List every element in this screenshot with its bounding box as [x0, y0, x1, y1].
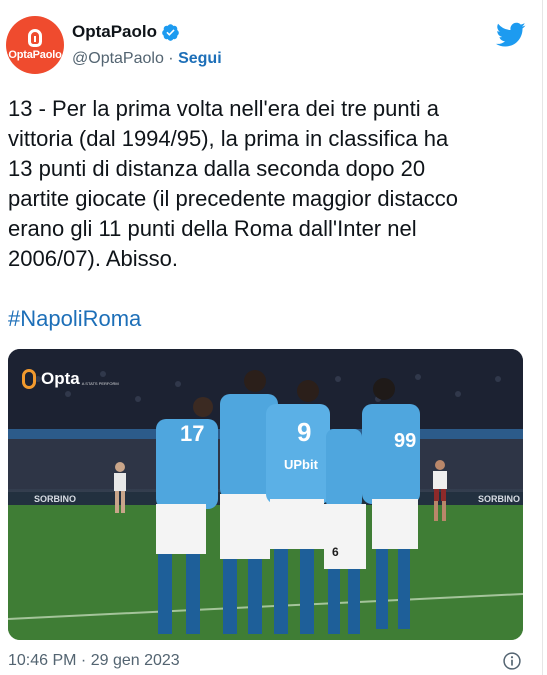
tweet-header: OptaPaolo OptaPaolo @OptaPaolo · Segui — [6, 14, 530, 74]
photo-scene: SORBINO SORBINO 17 9 UPbit 6 99 — [8, 349, 523, 640]
shirt-number-3: 99 — [394, 430, 416, 452]
tweet-card: OptaPaolo OptaPaolo @OptaPaolo · Segui 1… — [0, 0, 543, 675]
tweet-timestamp[interactable]: 10:46 PM · 29 gen 2023 — [8, 652, 180, 670]
shirt-sponsor-text: UPbit — [284, 457, 319, 472]
handle-row: @OptaPaolo · Segui — [72, 50, 222, 68]
players-group: 17 9 UPbit 6 99 — [156, 370, 420, 634]
handle[interactable]: @OptaPaolo — [72, 50, 164, 67]
handle-separator: · — [163, 50, 179, 67]
timestamp-separator: · — [76, 652, 91, 669]
shorts-number: 6 — [332, 545, 339, 559]
hashtag-link[interactable]: #NapoliRoma — [8, 306, 141, 332]
tweet-photo[interactable]: SORBINO SORBINO 17 9 UPbit 6 99 Opta A S… — [8, 349, 523, 640]
shirt-number-2: 9 — [297, 417, 311, 447]
info-icon[interactable] — [502, 651, 522, 671]
display-name[interactable]: OptaPaolo — [72, 22, 157, 42]
tweet-date: 29 gen 2023 — [90, 652, 180, 669]
tweet-text: 13 - Per la prima volta nell'era dei tre… — [8, 96, 459, 271]
opta-logo-text: Opta — [41, 369, 80, 388]
opta-logo-icon — [22, 369, 36, 389]
twitter-bird-icon[interactable] — [496, 22, 526, 48]
opta-logo-subtext: A STATS PERFORM — [81, 380, 119, 386]
name-row: OptaPaolo — [72, 22, 180, 42]
verified-badge-icon — [162, 23, 179, 41]
avatar-label: OptaPaolo — [8, 49, 62, 61]
follow-button[interactable]: Segui — [178, 50, 222, 67]
ad-board-text: SORBINO — [34, 494, 76, 504]
shirt-number-1: 17 — [180, 421, 204, 446]
tweet-time: 10:46 PM — [8, 652, 77, 669]
opta-mark-icon — [28, 29, 42, 47]
ad-board-text-right: SORBINO — [478, 494, 520, 504]
avatar[interactable]: OptaPaolo — [6, 16, 64, 74]
opta-logo: Opta A STATS PERFORM — [22, 369, 119, 389]
